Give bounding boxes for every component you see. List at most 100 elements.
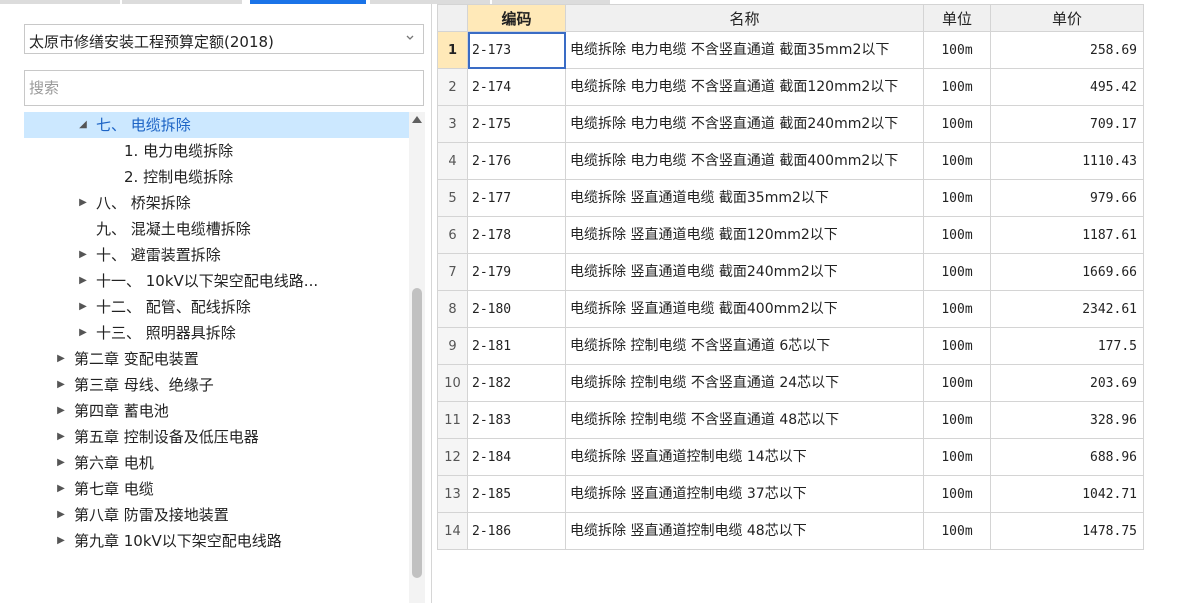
tree-item[interactable]: ▶ 第七章 电缆 (24, 476, 409, 502)
tree-item[interactable]: ▶ 第四章 蓄电池 (24, 398, 409, 424)
price-cell[interactable]: 1110.43 (990, 142, 1144, 180)
unit-cell[interactable]: 100m (923, 364, 991, 402)
tree-item[interactable]: ▶ 第九章 10kV以下架空配电线路 (24, 528, 409, 554)
name-cell[interactable]: 电缆拆除 竖直通道电缆 截面120mm2以下 (565, 216, 924, 254)
unit-cell[interactable]: 100m (923, 68, 991, 106)
unit-cell[interactable]: 100m (923, 401, 991, 439)
tree-scrollbar[interactable] (409, 112, 425, 603)
tree-item[interactable]: ▶ 第二章 变配电装置 (24, 346, 409, 372)
unit-cell[interactable]: 100m (923, 290, 991, 328)
tree-item[interactable]: ▶ 第三章 母线、绝缘子 (24, 372, 409, 398)
price-cell[interactable]: 688.96 (990, 438, 1144, 476)
unit-cell[interactable]: 100m (923, 253, 991, 291)
code-cell[interactable]: 2-178 (467, 216, 566, 254)
code-cell[interactable]: 2-176 (467, 142, 566, 180)
table-row[interactable]: 8 2-180 电缆拆除 竖直通道电缆 截面400mm2以下 100m 2342.61 (437, 290, 1144, 328)
name-cell[interactable]: 电缆拆除 竖直通道控制电缆 48芯以下 (565, 512, 924, 550)
tree-item[interactable]: ▶ 第八章 防雷及接地装置 (24, 502, 409, 528)
tree-collapsed-icon[interactable]: ▶ (54, 398, 68, 424)
name-cell[interactable]: 电缆拆除 电力电缆 不含竖直通道 截面120mm2以下 (565, 68, 924, 106)
price-cell[interactable]: 979.66 (990, 179, 1144, 217)
unit-cell[interactable]: 100m (923, 142, 991, 180)
unit-column-header[interactable]: 单位 (923, 4, 991, 32)
name-column-header[interactable]: 名称 (565, 4, 924, 32)
code-cell[interactable]: 2-181 (467, 327, 566, 365)
code-cell[interactable]: 2-173 (467, 31, 566, 69)
unit-cell[interactable]: 100m (923, 438, 991, 476)
unit-cell[interactable]: 100m (923, 31, 991, 69)
table-row[interactable]: 12 2-184 电缆拆除 竖直通道控制电缆 14芯以下 100m 688.96 (437, 438, 1144, 476)
code-cell[interactable]: 2-175 (467, 105, 566, 143)
name-cell[interactable]: 电缆拆除 电力电缆 不含竖直通道 截面35mm2以下 (565, 31, 924, 69)
price-cell[interactable]: 495.42 (990, 68, 1144, 106)
tree-collapsed-icon[interactable]: ▶ (76, 268, 90, 294)
tree-item[interactable]: ▶ 十二、 配管、配线拆除 (24, 294, 409, 320)
tree-collapsed-icon[interactable]: ▶ (54, 476, 68, 502)
table-row[interactable]: 1 2-173 电缆拆除 电力电缆 不含竖直通道 截面35mm2以下 100m 258.… (437, 31, 1144, 69)
tree-collapsed-icon[interactable]: ▶ (76, 320, 90, 346)
price-cell[interactable]: 709.17 (990, 105, 1144, 143)
code-column-header[interactable]: 编码 (467, 4, 566, 32)
tree-collapsed-icon[interactable]: ▶ (54, 502, 68, 528)
tree-item[interactable]: ▶ 十、 避雷装置拆除 (24, 242, 409, 268)
name-cell[interactable]: 电缆拆除 竖直通道控制电缆 14芯以下 (565, 438, 924, 476)
scrollbar-thumb[interactable] (412, 288, 422, 578)
tree-collapsed-icon[interactable]: ▶ (54, 528, 68, 554)
table-row[interactable]: 10 2-182 电缆拆除 控制电缆 不含竖直通道 24芯以下 100m 203.69 (437, 364, 1144, 402)
tree-collapsed-icon[interactable]: ▶ (54, 450, 68, 476)
code-cell[interactable]: 2-174 (467, 68, 566, 106)
price-column-header[interactable]: 单价 (990, 4, 1144, 32)
tree-item[interactable]: ▶ 十一、 10kV以下架空配电线路... (24, 268, 409, 294)
tree-item[interactable]: ▶ 第六章 电机 (24, 450, 409, 476)
code-cell[interactable]: 2-180 (467, 290, 566, 328)
table-row[interactable]: 4 2-176 电缆拆除 电力电缆 不含竖直通道 截面400mm2以下 100m 111… (437, 142, 1144, 180)
price-cell[interactable]: 1042.71 (990, 475, 1144, 513)
tree-expanded-icon[interactable]: ◢ (76, 112, 90, 138)
unit-cell[interactable]: 100m (923, 216, 991, 254)
table-row[interactable]: 13 2-185 电缆拆除 竖直通道控制电缆 37芯以下 100m 1042.71 (437, 475, 1144, 513)
code-cell[interactable]: 2-177 (467, 179, 566, 217)
quota-book-dropdown[interactable]: 太原市修缮安装工程预算定额(2018) (24, 24, 424, 54)
tree-collapsed-icon[interactable]: ▶ (76, 242, 90, 268)
unit-cell[interactable]: 100m (923, 105, 991, 143)
table-row[interactable]: 9 2-181 电缆拆除 控制电缆 不含竖直通道 6芯以下 100m 177.5 (437, 327, 1144, 365)
unit-cell[interactable]: 100m (923, 475, 991, 513)
name-cell[interactable]: 电缆拆除 竖直通道电缆 截面240mm2以下 (565, 253, 924, 291)
table-row[interactable]: 6 2-178 电缆拆除 竖直通道电缆 截面120mm2以下 100m 1187.61 (437, 216, 1144, 254)
unit-cell[interactable]: 100m (923, 327, 991, 365)
name-cell[interactable]: 电缆拆除 控制电缆 不含竖直通道 48芯以下 (565, 401, 924, 439)
table-row[interactable]: 5 2-177 电缆拆除 竖直通道电缆 截面35mm2以下 100m 979.66 (437, 179, 1144, 217)
tree-item[interactable]: 九、 混凝土电缆槽拆除 (24, 216, 409, 242)
tree-item[interactable]: 1. 电力电缆拆除 (24, 138, 409, 164)
tree-item[interactable]: ◢ 七、 电缆拆除 (24, 112, 409, 138)
tree-collapsed-icon[interactable]: ▶ (76, 190, 90, 216)
unit-cell[interactable]: 100m (923, 512, 991, 550)
tree-collapsed-icon[interactable]: ▶ (54, 424, 68, 450)
tree-item[interactable]: ▶ 第五章 控制设备及低压电器 (24, 424, 409, 450)
code-cell[interactable]: 2-185 (467, 475, 566, 513)
price-cell[interactable]: 328.96 (990, 401, 1144, 439)
price-cell[interactable]: 1669.66 (990, 253, 1144, 291)
code-cell[interactable]: 2-184 (467, 438, 566, 476)
tree-collapsed-icon[interactable]: ▶ (76, 294, 90, 320)
name-cell[interactable]: 电缆拆除 控制电缆 不含竖直通道 6芯以下 (565, 327, 924, 365)
name-cell[interactable]: 电缆拆除 控制电缆 不含竖直通道 24芯以下 (565, 364, 924, 402)
unit-cell[interactable]: 100m (923, 179, 991, 217)
scroll-up-arrow-icon[interactable] (412, 116, 422, 123)
table-row[interactable]: 11 2-183 电缆拆除 控制电缆 不含竖直通道 48芯以下 100m 328.96 (437, 401, 1144, 439)
table-row[interactable]: 3 2-175 电缆拆除 电力电缆 不含竖直通道 截面240mm2以下 100m 709… (437, 105, 1144, 143)
name-cell[interactable]: 电缆拆除 竖直通道控制电缆 37芯以下 (565, 475, 924, 513)
price-cell[interactable]: 1187.61 (990, 216, 1144, 254)
tree-search-box[interactable] (24, 70, 424, 106)
code-cell[interactable]: 2-182 (467, 364, 566, 402)
tree-item[interactable]: ▶ 十三、 照明器具拆除 (24, 320, 409, 346)
name-cell[interactable]: 电缆拆除 竖直通道电缆 截面35mm2以下 (565, 179, 924, 217)
price-cell[interactable]: 177.5 (990, 327, 1144, 365)
price-cell[interactable]: 1478.75 (990, 512, 1144, 550)
tree-collapsed-icon[interactable]: ▶ (54, 372, 68, 398)
tree-search-input[interactable] (25, 71, 423, 105)
table-row[interactable]: 14 2-186 电缆拆除 竖直通道控制电缆 48芯以下 100m 1478.75 (437, 512, 1144, 550)
name-cell[interactable]: 电缆拆除 电力电缆 不含竖直通道 截面240mm2以下 (565, 105, 924, 143)
code-cell[interactable]: 2-179 (467, 253, 566, 291)
tree-item[interactable]: 2. 控制电缆拆除 (24, 164, 409, 190)
